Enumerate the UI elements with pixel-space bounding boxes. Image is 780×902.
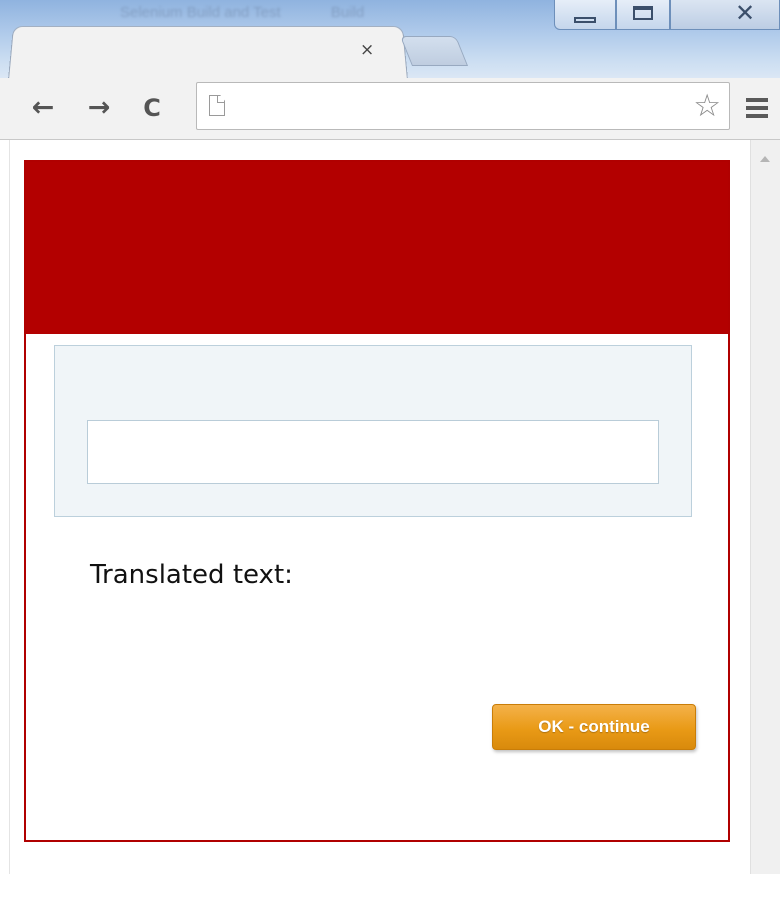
close-window-icon: ✕ (734, 0, 756, 27)
input-panel (54, 345, 692, 517)
menu-icon-bar (746, 114, 768, 118)
tab-close-icon[interactable]: × (360, 40, 374, 60)
scroll-up-arrow-icon[interactable] (760, 156, 770, 162)
minimize-icon (574, 16, 596, 23)
bookmark-star-icon[interactable]: ☆ (693, 89, 721, 123)
reload-icon[interactable]: C (135, 90, 169, 126)
vertical-scrollbar[interactable] (750, 140, 780, 874)
menu-icon[interactable] (746, 98, 768, 118)
back-arrow-icon[interactable]: ← (26, 90, 60, 126)
menu-icon-bar (746, 98, 768, 102)
ok-continue-button[interactable]: OK - continue (492, 704, 696, 750)
address-bar[interactable]: ☆ (196, 82, 730, 130)
window-title-right: Build (330, 4, 365, 21)
window-bottom-edge (0, 874, 780, 902)
maximize-button[interactable] (616, 0, 670, 30)
close-window-button[interactable]: ✕ (670, 0, 780, 30)
menu-icon-bar (746, 106, 768, 110)
window-titlebar: Selenium Build and Test Build ✕ × (0, 0, 780, 78)
browser-tab[interactable] (8, 25, 408, 78)
new-tab-button[interactable] (399, 36, 469, 66)
window-title-text: Selenium Build and Test (120, 4, 281, 21)
translation-dialog: Translated text: OK - continue (24, 160, 730, 842)
translated-text-label: Translated text: (90, 560, 293, 590)
minimize-button[interactable] (554, 0, 616, 30)
dialog-header-banner (26, 162, 728, 334)
viewport-left-edge (0, 140, 10, 902)
maximize-icon (633, 5, 653, 20)
text-to-translate-input[interactable] (87, 420, 659, 484)
page-icon (209, 95, 225, 116)
browser-toolbar: ← → C ☆ (0, 78, 780, 140)
forward-arrow-icon[interactable]: → (82, 90, 116, 126)
window-title: Selenium Build and Test Build (120, 4, 364, 21)
